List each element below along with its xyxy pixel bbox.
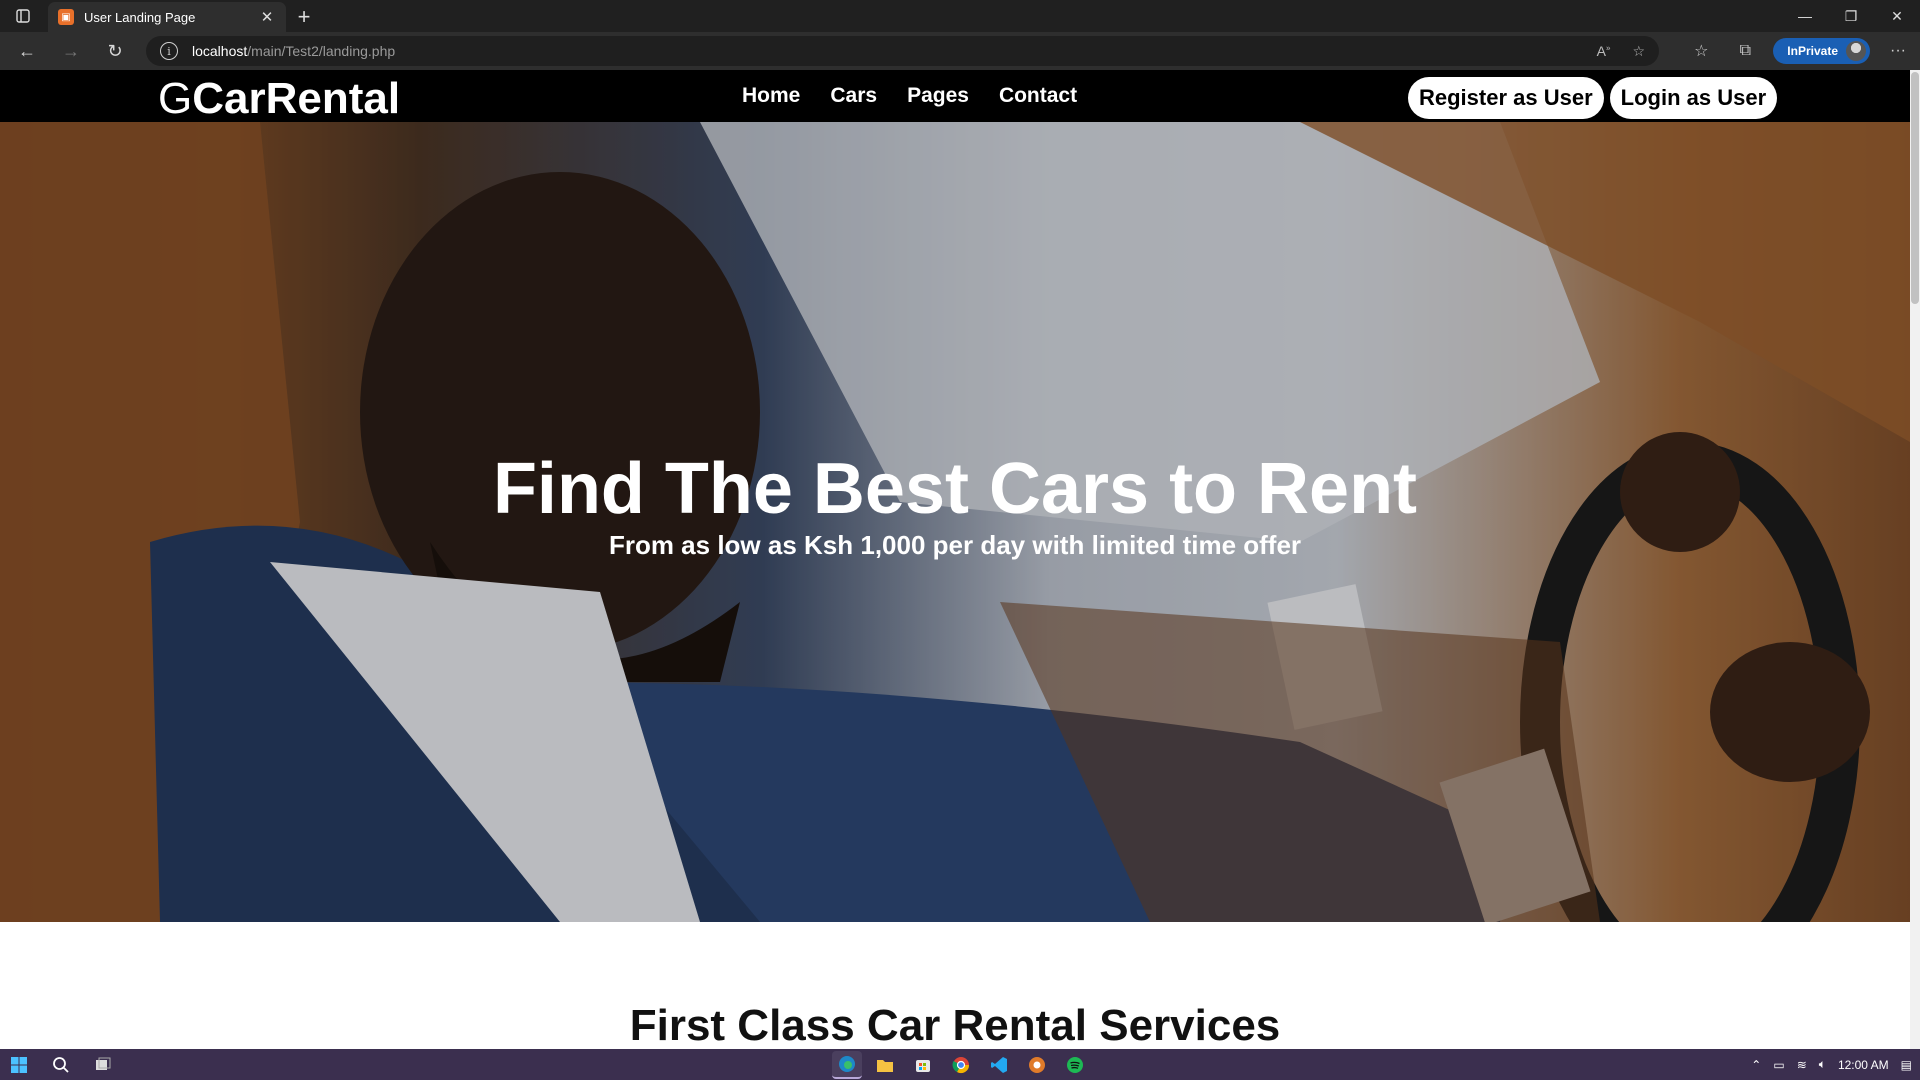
inprivate-badge[interactable]: InPrivate [1773, 38, 1870, 64]
start-icon[interactable] [4, 1051, 34, 1079]
volume-icon[interactable]: 🔈︎ [1819, 1057, 1826, 1072]
search-icon[interactable] [46, 1051, 76, 1079]
browser-toolbar: ☆ ⧉ InPrivate ··· [1679, 32, 1920, 70]
spotify-icon[interactable] [1060, 1051, 1090, 1079]
scrollbar-thumb[interactable] [1911, 72, 1919, 304]
file-explorer-icon[interactable] [870, 1051, 900, 1079]
site-navbar: GCarRental Home Cars Pages Contact Regis… [0, 70, 1910, 124]
taskbar: ⌃ ▭ ≋ 🔈︎ 12:00 AM ▤ [0, 1049, 1920, 1080]
tab-favicon-icon: ▣ [58, 9, 74, 25]
url-path: /main/Test2/landing.php [247, 43, 396, 59]
tab-title: User Landing Page [84, 9, 196, 25]
minimize-icon[interactable]: — [1782, 0, 1828, 32]
nav-contact-link[interactable]: Contact [999, 84, 1077, 108]
hero-subhead: From as low as Ksh 1,000 per day with li… [608, 530, 1302, 560]
close-window-icon[interactable]: ✕ [1874, 0, 1920, 32]
chrome-dev-icon[interactable] [1022, 1051, 1052, 1079]
window-controls: — ❐ ✕ [1782, 0, 1920, 32]
more-options-icon[interactable]: ··· [1876, 32, 1920, 70]
edge-app-icon[interactable] [832, 1050, 862, 1079]
address-bar: ← → ↻ i localhost/main/Test2/landing.php… [0, 32, 1920, 70]
site-info-icon[interactable]: i [160, 42, 178, 60]
forward-icon[interactable]: → [49, 32, 93, 70]
logo-text: CarRental [192, 74, 401, 123]
hero-banner: Find The Best Cars to Rent From as low a… [0, 122, 1910, 922]
hero-headline: Find The Best Cars to Rent [492, 449, 1418, 529]
inprivate-label: InPrivate [1787, 44, 1838, 58]
login-button[interactable]: Login as User [1609, 77, 1778, 119]
nav-home-link[interactable]: Home [742, 84, 800, 108]
page-scrollbar[interactable] [1910, 70, 1920, 1049]
services-section-title: First Class Car Rental Services [629, 1001, 1281, 1049]
site-logo[interactable]: GCarRental [158, 74, 400, 124]
page-viewport: GCarRental Home Cars Pages Contact Regis… [0, 70, 1920, 1049]
register-button[interactable]: Register as User [1408, 77, 1604, 119]
new-tab-icon[interactable]: + [286, 2, 322, 32]
clock[interactable]: 12:00 AM [1838, 1058, 1889, 1072]
back-icon[interactable]: ← [5, 32, 49, 70]
url-field[interactable]: i localhost/main/Test2/landing.php A» ☆ [146, 36, 1659, 66]
chevron-up-icon[interactable]: ⌃ [1751, 1058, 1761, 1072]
site-nav-links: Home Cars Pages Contact [742, 70, 1077, 122]
url-host: localhost [192, 43, 248, 59]
battery-icon[interactable]: ▭ [1773, 1058, 1784, 1072]
close-tab-icon[interactable]: ✕ [258, 8, 276, 26]
tab-actions-icon[interactable] [0, 0, 46, 32]
refresh-icon[interactable]: ↻ [93, 32, 137, 70]
nav-pages-link[interactable]: Pages [907, 84, 969, 108]
favorites-icon[interactable]: ☆ [1679, 32, 1723, 70]
restore-icon[interactable]: ❐ [1828, 0, 1874, 32]
profile-avatar [1846, 41, 1866, 61]
browser-tab-bar: ▣ User Landing Page ✕ + — ❐ ✕ [0, 0, 1920, 32]
auth-buttons: Register as User Login as User [1408, 77, 1778, 119]
browser-tab[interactable]: ▣ User Landing Page ✕ [48, 2, 286, 32]
wifi-icon[interactable]: ≋ [1797, 1058, 1807, 1072]
read-aloud-icon[interactable]: A» [1597, 43, 1611, 59]
store-icon[interactable] [908, 1051, 938, 1079]
add-favorite-icon[interactable]: ☆ [1632, 43, 1645, 60]
notifications-icon[interactable]: ▤ [1901, 1058, 1912, 1072]
task-view-icon[interactable] [88, 1051, 118, 1079]
collections-icon[interactable]: ⧉ [1723, 32, 1767, 70]
vscode-icon[interactable] [984, 1051, 1014, 1079]
chrome-icon[interactable] [946, 1051, 976, 1079]
logo-mark: G [158, 74, 193, 123]
nav-cars-link[interactable]: Cars [830, 84, 877, 108]
